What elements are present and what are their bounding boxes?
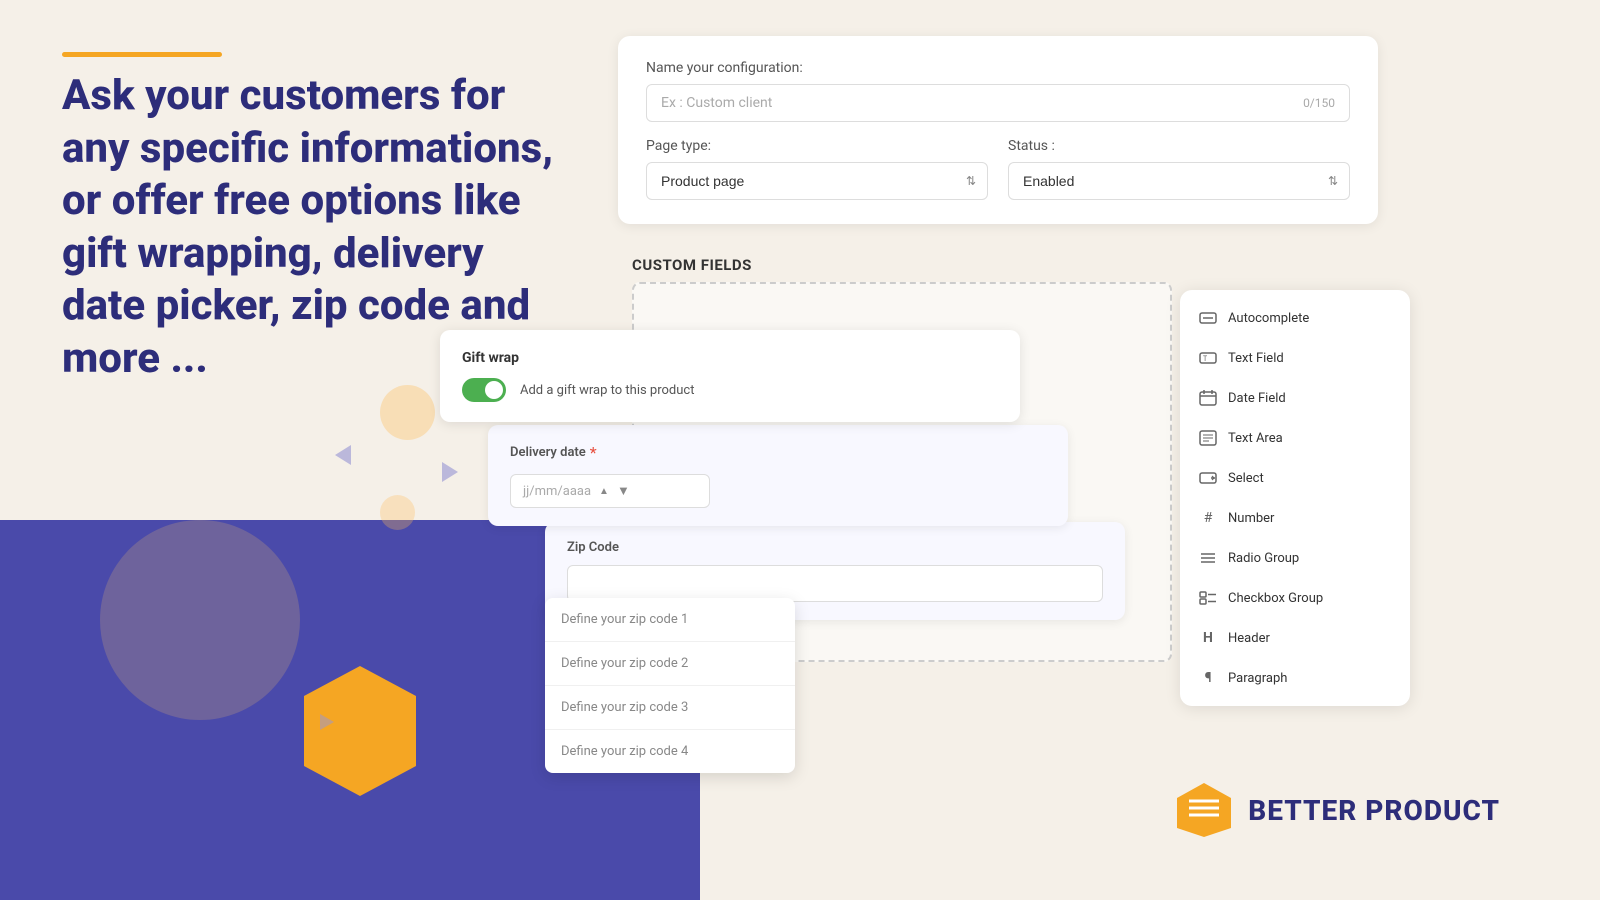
status-select[interactable]: Enabled Disabled <box>1008 162 1350 200</box>
date-field-icon <box>1198 388 1218 408</box>
deco-hexagon-large <box>300 662 420 800</box>
widget-text-area[interactable]: Text Area <box>1180 418 1410 458</box>
char-count: 0/150 <box>1303 96 1335 110</box>
zip-suggestions-dropdown: Define your zip code 1 Define your zip c… <box>545 598 795 773</box>
page-type-label: Page type: <box>646 138 988 154</box>
brand-name: BETTER PRODUCT <box>1248 794 1500 827</box>
paragraph-icon: ¶ <box>1198 668 1218 688</box>
zip-suggestion-3[interactable]: Define your zip code 3 <box>545 686 795 730</box>
gift-wrap-content: Add a gift wrap to this product <box>462 378 998 402</box>
deco-circle-large <box>100 520 300 720</box>
widget-date-field[interactable]: Date Field <box>1180 378 1410 418</box>
header-icon: H <box>1198 628 1218 648</box>
delivery-date-input[interactable]: jj/mm/aaaa ▲ ▼ <box>510 474 710 508</box>
deco-triangle-left <box>335 445 351 465</box>
widget-radio-group-label: Radio Group <box>1228 551 1299 566</box>
required-star: * <box>590 443 597 462</box>
status-group: Status : Enabled Disabled ⇅ <box>1008 138 1350 200</box>
name-label: Name your configuration: <box>646 60 1350 76</box>
widget-autocomplete-label: Autocomplete <box>1228 311 1309 326</box>
svg-text:T: T <box>1203 355 1208 363</box>
select-icon <box>1198 468 1218 488</box>
radio-group-icon <box>1198 548 1218 568</box>
page-type-select-wrapper[interactable]: Product page Cart page Checkout page ⇅ <box>646 162 988 200</box>
name-placeholder: Ex : Custom client <box>661 95 772 111</box>
zip-code-input[interactable] <box>567 565 1103 602</box>
gift-wrap-label: Gift wrap <box>462 350 998 366</box>
widget-number-label: Number <box>1228 511 1274 526</box>
widget-list-panel: Autocomplete T Text Field Date Field Tex… <box>1180 290 1410 706</box>
deco-circle-tiny <box>380 495 415 530</box>
deco-triangle-right <box>442 462 458 482</box>
zip-suggestion-4[interactable]: Define your zip code 4 <box>545 730 795 773</box>
accent-line <box>62 52 222 57</box>
text-field-icon: T <box>1198 348 1218 368</box>
page-type-select[interactable]: Product page Cart page Checkout page <box>646 162 988 200</box>
zip-suggestion-2[interactable]: Define your zip code 2 <box>545 642 795 686</box>
widget-header[interactable]: H Header <box>1180 618 1410 658</box>
gift-wrap-toggle[interactable] <box>462 378 506 402</box>
status-label: Status : <box>1008 138 1350 154</box>
checkbox-group-icon <box>1198 588 1218 608</box>
date-placeholder: jj/mm/aaaa <box>523 484 591 499</box>
widget-text-field-label: Text Field <box>1228 351 1284 366</box>
widget-checkbox-group-label: Checkbox Group <box>1228 591 1323 606</box>
widget-text-area-label: Text Area <box>1228 431 1283 446</box>
page-type-group: Page type: Product page Cart page Checko… <box>646 138 988 200</box>
brand-hex-logo <box>1174 780 1234 840</box>
widget-select-label: Select <box>1228 471 1264 486</box>
number-icon: # <box>1198 508 1218 528</box>
delivery-date-panel: Delivery date * jj/mm/aaaa ▲ ▼ <box>488 425 1068 526</box>
delivery-label-row: Delivery date * <box>510 443 1046 462</box>
widget-number[interactable]: # Number <box>1180 498 1410 538</box>
delivery-date-label: Delivery date <box>510 445 586 460</box>
gift-wrap-panel: Gift wrap Add a gift wrap to this produc… <box>440 330 1020 422</box>
zip-suggestion-1[interactable]: Define your zip code 1 <box>545 598 795 642</box>
widget-date-field-label: Date Field <box>1228 391 1286 406</box>
autocomplete-icon <box>1198 308 1218 328</box>
zip-code-label: Zip Code <box>567 540 1103 555</box>
custom-fields-title: CUSTOM FIELDS <box>632 256 752 274</box>
text-area-icon <box>1198 428 1218 448</box>
status-select-wrapper[interactable]: Enabled Disabled ⇅ <box>1008 162 1350 200</box>
deco-triangle-small <box>320 714 334 730</box>
widget-paragraph[interactable]: ¶ Paragraph <box>1180 658 1410 698</box>
branding-section: BETTER PRODUCT <box>1174 780 1500 840</box>
widget-autocomplete[interactable]: Autocomplete <box>1180 298 1410 338</box>
widget-radio-group[interactable]: Radio Group <box>1180 538 1410 578</box>
date-up-icon: ▲ <box>599 486 609 497</box>
widget-header-label: Header <box>1228 631 1270 646</box>
delivery-date-input-wrapper[interactable]: jj/mm/aaaa ▲ ▼ <box>510 474 1046 508</box>
gift-wrap-description: Add a gift wrap to this product <box>520 383 694 398</box>
widget-text-field[interactable]: T Text Field <box>1180 338 1410 378</box>
widget-checkbox-group[interactable]: Checkbox Group <box>1180 578 1410 618</box>
widget-select[interactable]: Select <box>1180 458 1410 498</box>
widget-paragraph-label: Paragraph <box>1228 671 1287 686</box>
config-card: Name your configuration: Ex : Custom cli… <box>618 36 1378 224</box>
deco-circle-small <box>380 385 435 440</box>
date-calendar-icon: ▼ <box>617 483 630 499</box>
